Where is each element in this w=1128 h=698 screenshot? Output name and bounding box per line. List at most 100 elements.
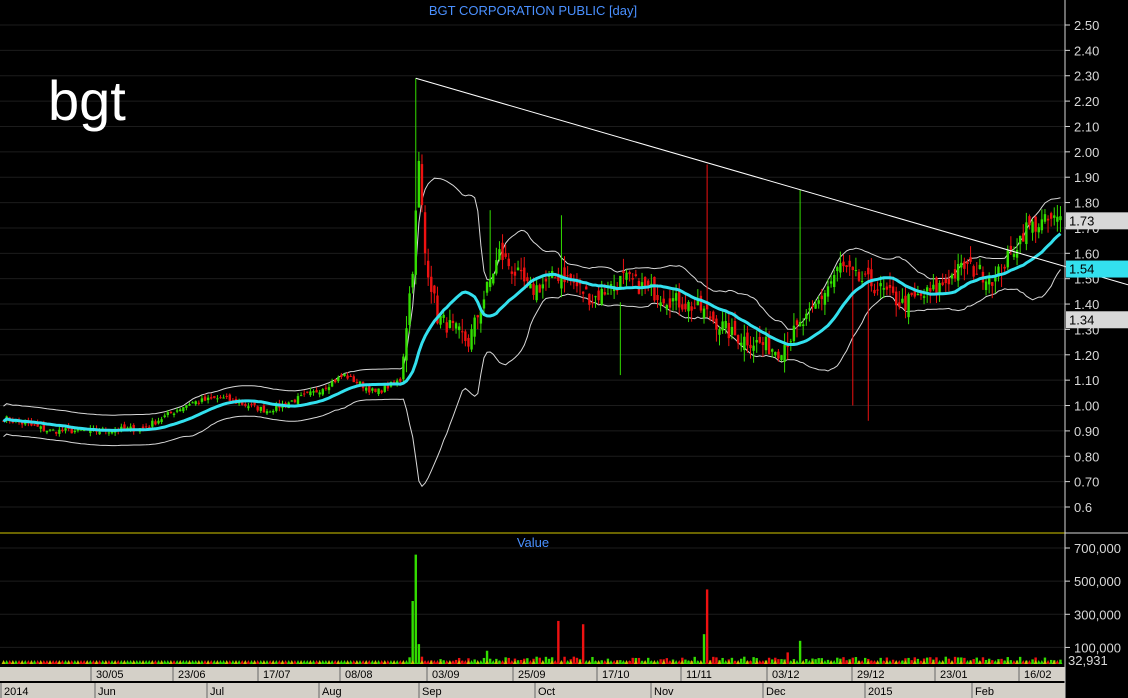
candle-body xyxy=(163,415,166,417)
candle-body xyxy=(721,321,724,331)
date-label-top: 17/07 xyxy=(263,669,291,681)
candle-body xyxy=(783,344,786,362)
candle-body xyxy=(795,320,799,326)
candle-body xyxy=(984,281,988,291)
candle-body xyxy=(805,313,808,319)
volume-bar xyxy=(411,601,414,664)
candle-body xyxy=(953,269,957,279)
candle-body xyxy=(823,293,827,305)
candle xyxy=(383,384,386,393)
candle-body xyxy=(399,378,402,382)
candle-body xyxy=(464,331,467,341)
candle-body xyxy=(910,292,913,295)
price-tick-label: 1.00 xyxy=(1074,399,1099,414)
candle-body xyxy=(963,261,966,269)
candle-body xyxy=(947,278,951,285)
candle-body xyxy=(330,381,334,387)
date-label-top: 23/01 xyxy=(940,669,968,681)
candle-body xyxy=(730,326,734,335)
candle-body xyxy=(628,272,631,275)
candle-body xyxy=(48,429,52,431)
volume-tick-label: 500,000 xyxy=(1074,574,1121,589)
candle-body xyxy=(882,288,885,290)
candle-body xyxy=(1031,221,1034,233)
candle-body xyxy=(148,426,151,428)
date-label-bottom: Nov xyxy=(654,686,674,698)
price-tick-label: 2.50 xyxy=(1074,18,1099,33)
candle-body xyxy=(151,420,154,427)
date-label-top: 23/06 xyxy=(178,669,206,681)
candle-body xyxy=(368,385,371,393)
price-marker-label: 1.54 xyxy=(1069,262,1094,277)
candle-body xyxy=(296,396,300,405)
price-tick-label: 2.20 xyxy=(1074,94,1099,109)
candle-body xyxy=(1006,250,1009,268)
price-tick-label: 1.80 xyxy=(1074,196,1099,211)
candle-body xyxy=(380,390,383,393)
candle-body xyxy=(1040,219,1044,231)
candle-body xyxy=(185,405,188,408)
candle-body xyxy=(411,273,414,288)
volume-bar xyxy=(702,634,706,664)
candle-body xyxy=(1056,216,1059,222)
date-label-top: 29/12 xyxy=(857,669,885,681)
last-volume-value: 32,931 xyxy=(1068,653,1108,668)
candle-body xyxy=(1053,215,1056,218)
date-label-bottom: Dec xyxy=(766,686,786,698)
candle-body xyxy=(312,391,315,393)
candle-body xyxy=(430,276,433,292)
candle-body xyxy=(290,400,293,402)
candle-body xyxy=(293,399,297,403)
candle-body xyxy=(51,429,55,431)
candle-body xyxy=(414,210,417,275)
candle-body xyxy=(978,264,982,270)
candle-body xyxy=(526,277,529,281)
candle-body xyxy=(268,411,272,413)
candle-body xyxy=(523,267,526,282)
candle-body xyxy=(321,389,324,395)
candle-body xyxy=(439,315,442,325)
candle-body xyxy=(45,430,49,433)
candle-body xyxy=(160,419,163,423)
candle-body xyxy=(811,306,814,308)
candle-body xyxy=(817,300,820,304)
candle-body xyxy=(442,314,445,318)
candle-body xyxy=(203,396,207,401)
volume-bar xyxy=(557,620,560,664)
candle-body xyxy=(222,397,225,399)
candle-body xyxy=(64,428,67,431)
candle-body xyxy=(851,266,854,271)
candle-body xyxy=(898,302,901,307)
candle-body xyxy=(473,317,476,337)
candle-body xyxy=(210,397,213,399)
candle-body xyxy=(191,402,194,404)
price-tick-label: 2.00 xyxy=(1074,145,1099,160)
candle-body xyxy=(625,272,628,280)
candle-body xyxy=(228,394,232,402)
candle-body xyxy=(566,275,569,277)
stock-chart: 2.502.402.302.202.102.001.901.801.701.60… xyxy=(0,0,1128,698)
candle-body xyxy=(771,349,774,352)
candle-body xyxy=(867,267,870,275)
candle-body xyxy=(262,405,266,413)
candle-body xyxy=(445,322,448,333)
candle-body xyxy=(544,278,548,282)
candle-body xyxy=(1012,254,1016,257)
date-label-bottom: 2015 xyxy=(868,686,892,698)
candle-body xyxy=(950,274,954,279)
candle-body xyxy=(863,273,867,275)
candle-body xyxy=(715,318,718,330)
candle-body xyxy=(820,295,823,300)
candle-body xyxy=(780,355,783,361)
candle-body xyxy=(1049,213,1053,219)
candle-body xyxy=(107,432,111,434)
candle-body xyxy=(250,403,253,405)
candle-body xyxy=(470,329,473,350)
candle-body xyxy=(752,345,755,351)
volume-bar xyxy=(705,589,709,664)
candle-body xyxy=(247,406,250,409)
candle-body xyxy=(894,291,898,306)
volume-bar xyxy=(414,554,417,664)
candle-body xyxy=(299,395,303,397)
candle-body xyxy=(724,320,727,329)
